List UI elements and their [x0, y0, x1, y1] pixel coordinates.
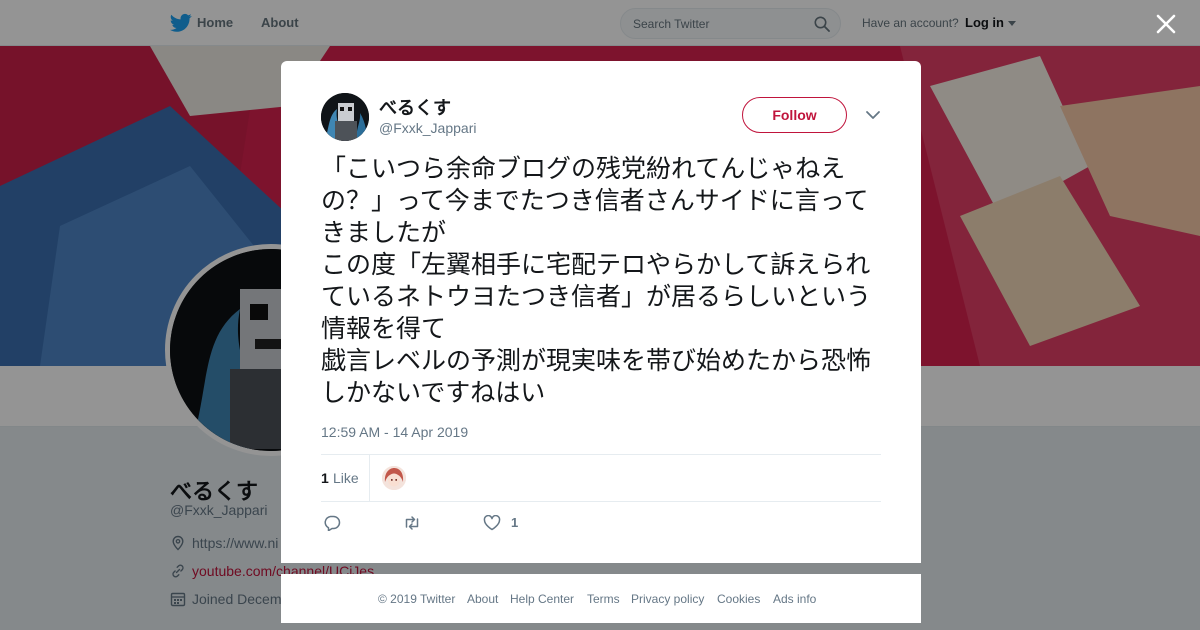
retweet-icon[interactable] — [403, 515, 421, 531]
tweet-timestamp[interactable]: 12:59 AM - 14 Apr 2019 — [321, 424, 468, 440]
footer-help-link[interactable]: Help Center — [510, 592, 574, 606]
likes-count[interactable]: 1 — [321, 470, 329, 486]
tweet-modal: べるくす @Fxxk_Jappari Follow 「こいつら余命ブログの残党紛… — [281, 61, 921, 563]
like-action-count: 1 — [511, 515, 519, 530]
close-icon[interactable] — [1154, 12, 1178, 36]
avatar-image — [321, 93, 369, 141]
stats-divider — [369, 455, 370, 501]
avatar-image — [382, 466, 406, 490]
follow-button[interactable]: Follow — [742, 97, 847, 133]
footer-copyright: © 2019 Twitter — [378, 592, 456, 606]
reply-icon[interactable] — [323, 515, 341, 531]
tweet-text: 「こいつら余命ブログの残党紛れてんじゃねえの？」って今までたつき信者さんサイドに… — [321, 154, 872, 407]
tweet-actions: 1 — [321, 511, 881, 535]
footer-about-link[interactable]: About — [467, 592, 498, 606]
liker-avatar[interactable] — [382, 466, 406, 490]
tweet-author-avatar[interactable] — [321, 93, 369, 141]
footer-terms-link[interactable]: Terms — [587, 592, 620, 606]
footer-privacy-link[interactable]: Privacy policy — [631, 592, 704, 606]
footer-cookies-link[interactable]: Cookies — [717, 592, 760, 606]
tweet-stats: 1 Like — [321, 454, 881, 502]
likes-label[interactable]: Like — [333, 470, 359, 486]
tweet-author-name[interactable]: べるくす — [379, 94, 451, 120]
chevron-down-icon[interactable] — [865, 109, 881, 121]
tweet-author-handle[interactable]: @Fxxk_Jappari — [379, 120, 476, 136]
footer-ads-link[interactable]: Ads info — [773, 592, 816, 606]
heart-icon[interactable] — [483, 515, 501, 531]
modal-footer: © 2019 Twitter About Help Center Terms P… — [281, 574, 921, 623]
